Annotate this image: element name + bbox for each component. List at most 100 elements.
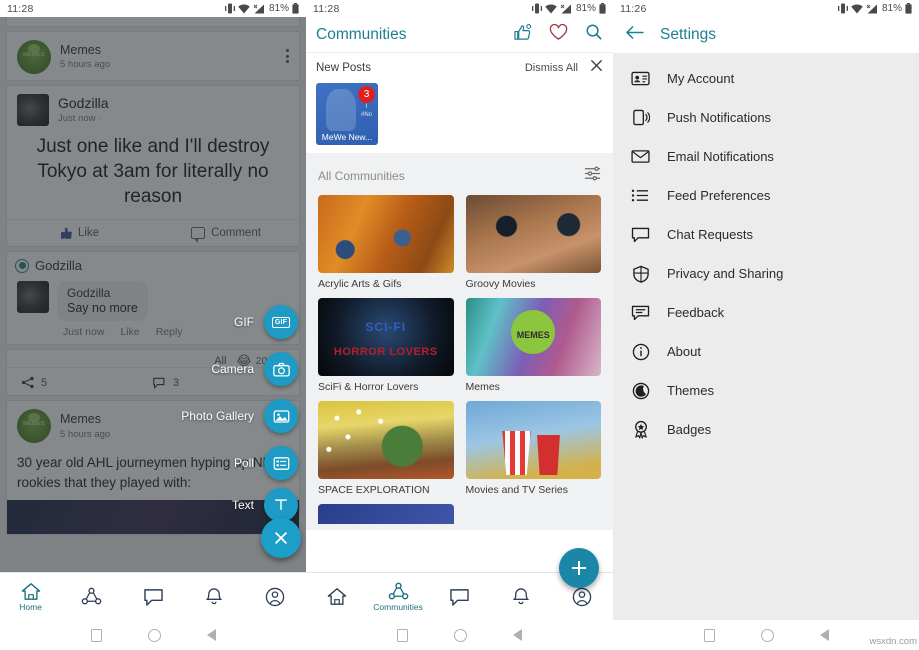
- vibrate-icon: [531, 3, 542, 14]
- battery-percent: 81%: [575, 3, 596, 14]
- thumbnail-text-2: HORROR LOVERS: [333, 346, 438, 358]
- status-clock: 11:28: [313, 2, 340, 15]
- fab-item-gif[interactable]: GIF GIF: [234, 305, 298, 339]
- settings-item-privacy-and-sharing[interactable]: Privacy and Sharing: [613, 254, 919, 293]
- three-panel-screenshot: 11:28 81% Meme: [0, 0, 919, 650]
- panel-settings: 11:26 81% Settings My Account Push Notif…: [613, 0, 919, 650]
- settings-item-themes[interactable]: Themes: [613, 371, 919, 410]
- panel-communities: 11:28 81% Communities New Posts Dismiss …: [306, 0, 613, 650]
- nav-home[interactable]: [306, 587, 367, 606]
- wifi-icon: [545, 3, 557, 13]
- settings-item-label: Email Notifications: [667, 149, 774, 164]
- settings-item-feedback[interactable]: Feedback: [613, 293, 919, 332]
- recents-square-icon[interactable]: [397, 628, 408, 642]
- fab-label: Poll: [233, 456, 254, 470]
- all-communities-header: All Communities: [306, 153, 613, 193]
- nav-chat[interactable]: [429, 588, 490, 606]
- fab-item-text[interactable]: Text: [232, 488, 298, 522]
- close-icon[interactable]: [261, 518, 301, 558]
- settings-item-feed-preferences[interactable]: Feed Preferences: [613, 176, 919, 215]
- community-thumbnail: [318, 401, 454, 479]
- filter-icon[interactable]: [584, 165, 601, 187]
- settings-item-chat-requests[interactable]: Chat Requests: [613, 215, 919, 254]
- back-triangle-icon[interactable]: [819, 629, 829, 641]
- wifi-icon: [851, 3, 863, 13]
- signal-icon: [560, 4, 571, 13]
- dismiss-all-button[interactable]: Dismiss All: [525, 62, 578, 74]
- settings-item-about[interactable]: About: [613, 332, 919, 371]
- status-icons: 81%: [837, 3, 912, 14]
- settings-list[interactable]: My Account Push Notifications Email Noti…: [613, 53, 919, 650]
- community-tile[interactable]: SPACE EXPLORATION: [318, 401, 454, 496]
- new-posts-title: New Posts: [316, 62, 371, 74]
- new-post-subtext: I #No: [360, 104, 372, 118]
- invites-icon[interactable]: [513, 23, 532, 46]
- home-circle-icon[interactable]: [760, 628, 774, 642]
- home-circle-icon[interactable]: [454, 628, 467, 642]
- community-thumbnail: MEMES: [465, 298, 601, 376]
- fab-label: Text: [231, 498, 254, 512]
- community-tile-partial[interactable]: [318, 504, 454, 524]
- envelope-icon: [631, 147, 650, 166]
- text-icon[interactable]: [264, 488, 298, 522]
- thumbnail-text-1: SCI-FI: [365, 320, 407, 334]
- new-post-tile[interactable]: 3 I #No MeWe New...: [316, 83, 378, 145]
- watermark: wsxdn.com: [869, 636, 917, 647]
- back-triangle-icon[interactable]: [206, 629, 216, 641]
- add-community-fab[interactable]: [559, 548, 599, 588]
- community-name: Acrylic Arts & Gifs: [318, 278, 402, 290]
- status-clock: 11:26: [620, 2, 647, 15]
- camera-icon[interactable]: [264, 352, 298, 386]
- communities-grid: Acrylic Arts & Gifs Groovy Movies SCI-FI…: [306, 193, 613, 530]
- community-tile[interactable]: Movies and TV Series: [465, 401, 601, 496]
- nav-communities[interactable]: Communities: [367, 582, 428, 612]
- settings-item-badges[interactable]: Badges: [613, 410, 919, 449]
- section-title: All Communities: [318, 169, 405, 183]
- system-nav-1: [0, 620, 306, 650]
- battery-percent: 81%: [881, 3, 902, 14]
- fab-speed-dial: GIF GIF Camera Photo Gallery Poll Text: [0, 0, 306, 650]
- fab-item-photo-gallery[interactable]: Photo Gallery: [181, 399, 298, 433]
- fab-item-poll[interactable]: Poll: [234, 446, 298, 480]
- feedback-icon: [631, 303, 650, 322]
- system-nav-2: [306, 620, 613, 650]
- heart-icon[interactable]: [549, 23, 568, 46]
- vibrate-icon: [837, 3, 848, 14]
- nav-communities-label: Communities: [373, 601, 423, 612]
- fab-close-button[interactable]: [261, 518, 301, 558]
- settings-item-my-account[interactable]: My Account: [613, 59, 919, 98]
- nav-profile[interactable]: [552, 587, 613, 607]
- recents-square-icon[interactable]: [90, 628, 102, 642]
- nav-notifications[interactable]: [490, 587, 551, 606]
- community-tile[interactable]: SCI-FI HORROR LOVERS SciFi & Horror Love…: [318, 298, 454, 393]
- community-tile[interactable]: Acrylic Arts & Gifs: [318, 195, 454, 290]
- new-posts-header: New Posts Dismiss All: [316, 59, 603, 77]
- shield-icon: [631, 264, 650, 283]
- fab-item-camera[interactable]: Camera: [211, 352, 298, 386]
- community-tile[interactable]: MEMES Memes: [465, 298, 601, 393]
- list-icon: [631, 186, 650, 205]
- poll-icon[interactable]: [264, 446, 298, 480]
- phone-vibrate-icon: [631, 108, 650, 127]
- recents-square-icon[interactable]: [703, 628, 715, 642]
- home-circle-icon[interactable]: [147, 628, 161, 642]
- back-triangle-icon[interactable]: [513, 629, 522, 641]
- community-name: SciFi & Horror Lovers: [318, 381, 419, 393]
- community-tile[interactable]: Groovy Movies: [465, 195, 601, 290]
- info-icon: [631, 342, 650, 361]
- settings-item-email-notifications[interactable]: Email Notifications: [613, 137, 919, 176]
- new-post-badge: 3: [358, 86, 375, 103]
- search-icon[interactable]: [585, 23, 603, 46]
- community-thumbnail: [465, 401, 601, 479]
- chat-bubble-icon: [631, 225, 650, 244]
- gif-icon[interactable]: GIF: [264, 305, 298, 339]
- back-arrow-icon[interactable]: [625, 25, 644, 45]
- settings-item-push-notifications[interactable]: Push Notifications: [613, 98, 919, 137]
- status-bar-2: 11:28 81%: [306, 0, 613, 17]
- photo-gallery-icon[interactable]: [264, 399, 298, 433]
- fab-label: GIF: [234, 315, 254, 329]
- settings-item-label: Push Notifications: [667, 110, 772, 125]
- app-bar-settings: Settings: [613, 17, 919, 53]
- app-bar-communities: Communities: [306, 17, 613, 53]
- close-icon[interactable]: [590, 59, 603, 77]
